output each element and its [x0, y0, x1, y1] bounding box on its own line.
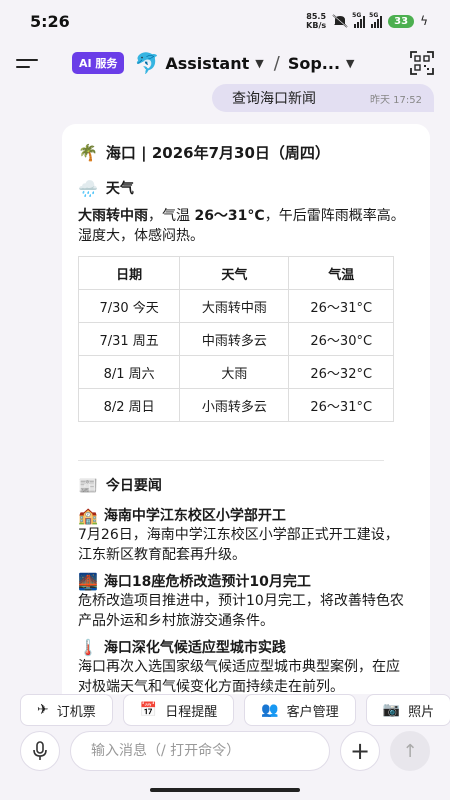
- signal-1-icon: 5G: [352, 11, 366, 28]
- cell-weather: 大雨转中雨: [179, 289, 290, 323]
- weather-condition: 大雨转中雨: [78, 208, 148, 224]
- col-temp: 气温: [288, 256, 394, 290]
- user-message-text: 查询海口新闻: [232, 91, 316, 107]
- signal-1-label: 5G: [352, 11, 362, 19]
- forecast-table: 日期 天气 气温 7/30 今天 大雨转中雨 26～31°C 7/31 周五 中…: [77, 256, 394, 422]
- speed-value: 85.5: [306, 12, 327, 21]
- news-item-title: 🌡️ 海口深化气候适应型城市实践: [78, 637, 412, 657]
- news-item-title-text: 海南中学江东校区小学部开工: [103, 508, 286, 524]
- chip-label: 客户管理: [286, 704, 339, 720]
- response-heading: 🌴 海口 | 2026年7月30日（周四）: [78, 134, 412, 170]
- weather-title-text: 天气: [105, 181, 134, 197]
- cell-temp: 26～30°C: [288, 322, 394, 356]
- charging-icon: ϟ: [420, 14, 428, 28]
- chevron-down-icon[interactable]: ▼: [346, 57, 354, 70]
- col-weather: 天气: [179, 256, 290, 290]
- speed-unit: KB/s: [306, 21, 327, 30]
- news-section-title: 📰 今日要闻: [78, 471, 412, 499]
- network-speed: 85.5 KB/s: [306, 12, 326, 30]
- assistant-response-card: 🌴 海口 | 2026年7月30日（周四） 🌧️ 天气 大雨转中雨，气温 26～…: [62, 124, 430, 724]
- status-time: 5:26: [30, 11, 70, 31]
- users-icon: 👥: [261, 702, 279, 718]
- chip-book-flight[interactable]: ✈ 订机票: [20, 694, 113, 726]
- table-row: 7/30 今天 大雨转中雨 26～31°C: [77, 289, 394, 323]
- ai-service-badge[interactable]: AI 服务: [72, 52, 125, 74]
- news-item-title-text: 海口深化气候适应型城市实践: [103, 640, 286, 656]
- cell-temp: 26～31°C: [288, 388, 394, 422]
- cell-date: 7/30 今天: [77, 289, 181, 323]
- news-item: 🏫 海南中学江东校区小学部开工 7月26日，海南中学江东校区小学部正式开工建设，…: [78, 505, 412, 565]
- calendar-icon: 📅: [139, 702, 158, 718]
- menu-icon[interactable]: [16, 53, 42, 73]
- weather-section-title: 🌧️ 天气: [78, 174, 412, 202]
- mute-icon: [332, 14, 348, 28]
- news-item-title: 🏫 海南中学江东校区小学部开工: [78, 505, 412, 525]
- thermometer-icon: 🌡️: [78, 637, 98, 657]
- chip-photos[interactable]: 📷 照片: [365, 694, 450, 726]
- qr-scan-icon[interactable]: [410, 51, 434, 75]
- signal-2-icon: 5G: [369, 11, 383, 28]
- chip-label: 日程提醒: [165, 704, 218, 720]
- news-item: 🌡️ 海口深化气候适应型城市实践 海口再次入选国家级气候适应型城市典型案例，在应…: [78, 637, 412, 697]
- table-row: 8/1 周六 大雨 26～32°C: [77, 355, 394, 389]
- nav-separator: /: [273, 52, 280, 74]
- home-indicator: [150, 788, 300, 792]
- dolphin-icon: 🐬: [134, 51, 160, 75]
- cell-weather: 小雨转多云: [179, 388, 290, 422]
- cell-weather: 中雨转多云: [179, 322, 290, 356]
- status-icons: 85.5 KB/s 5G 5G 33 ϟ: [306, 11, 428, 31]
- airplane-icon: ✈: [37, 702, 49, 718]
- cell-date: 8/2 周日: [77, 388, 181, 422]
- news-item: 🌉 海口18座危桥改造预计10月完工 危桥改造项目推进中，预计10月完工，将改善…: [78, 571, 412, 631]
- top-nav: AI 服务 🐬 Assistant ▼ / Sop... ▼: [0, 42, 450, 84]
- status-bar: 5:26 85.5 KB/s 5G 5G 33 ϟ: [0, 0, 450, 42]
- news-item-title: 🌉 海口18座危桥改造预计10月完工: [78, 571, 412, 591]
- message-timestamp: 昨天 17:52: [370, 94, 422, 106]
- newspaper-icon: 📰: [78, 475, 98, 495]
- news-item-body: 危桥改造项目推进中，预计10月完工，将改善特色农产品外运和乡村旅游交通条件。: [78, 593, 404, 629]
- user-message-bubble[interactable]: 查询海口新闻 昨天 17:52: [212, 84, 434, 112]
- cell-temp: 26～32°C: [288, 355, 394, 389]
- school-icon: 🏫: [78, 505, 98, 525]
- send-button[interactable]: ↑: [390, 731, 430, 771]
- assistant-selector[interactable]: Assistant: [165, 54, 249, 73]
- table-header-row: 日期 天气 气温: [77, 256, 394, 290]
- camera-icon: 📷: [382, 702, 401, 718]
- voice-input-button[interactable]: [20, 731, 60, 771]
- battery-indicator: 33: [388, 14, 415, 28]
- heading-text: 海口 | 2026年7月30日（周四）: [105, 143, 330, 162]
- rain-cloud-icon: 🌧️: [78, 178, 98, 198]
- news-item-body: 海口再次入选国家级气候适应型城市典型案例，在应对极端天气和气候变化方面持续走在前…: [78, 659, 400, 695]
- weather-summary: 大雨转中雨，气温 26～31°C，午后雷阵雨概率高。湿度大，体感闷热。: [78, 206, 412, 246]
- palm-tree-icon: 🌴: [78, 142, 98, 162]
- weather-summary-mid: ，气温: [148, 208, 195, 224]
- quick-actions: ✈ 订机票 📅 日程提醒 👥 客户管理 📷 照片: [0, 694, 450, 732]
- chip-label: 订机票: [56, 704, 96, 720]
- cell-date: 7/31 周五: [77, 322, 181, 356]
- section-divider: [78, 460, 384, 461]
- message-input[interactable]: [70, 731, 330, 771]
- chip-label: 照片: [408, 704, 435, 720]
- arrow-up-icon: ↑: [402, 740, 418, 762]
- col-date: 日期: [77, 256, 181, 290]
- weather-temp-range: 26～31°C: [194, 208, 265, 224]
- cell-date: 8/1 周六: [77, 355, 181, 389]
- news-item-title-text: 海口18座危桥改造预计10月完工: [103, 574, 311, 590]
- session-selector[interactable]: Sop...: [288, 54, 340, 73]
- microphone-icon: [33, 741, 47, 760]
- composer: + ↑: [0, 730, 450, 772]
- news-item-body: 7月26日，海南中学江东校区小学部正式开工建设，江东新区教育配套再升级。: [78, 527, 399, 563]
- cell-temp: 26～31°C: [288, 289, 394, 323]
- cell-weather: 大雨: [179, 355, 290, 389]
- bridge-icon: 🌉: [78, 571, 98, 591]
- plus-icon: +: [349, 737, 371, 765]
- table-row: 7/31 周五 中雨转多云 26～30°C: [77, 322, 394, 356]
- add-button[interactable]: +: [340, 731, 380, 771]
- chip-schedule-reminder[interactable]: 📅 日程提醒: [122, 694, 235, 726]
- chevron-down-icon[interactable]: ▼: [255, 57, 263, 70]
- news-title-text: 今日要闻: [105, 478, 162, 494]
- table-row: 8/2 周日 小雨转多云 26～31°C: [77, 388, 394, 422]
- signal-2-label: 5G: [369, 11, 379, 19]
- chip-customer-management[interactable]: 👥 客户管理: [244, 694, 356, 726]
